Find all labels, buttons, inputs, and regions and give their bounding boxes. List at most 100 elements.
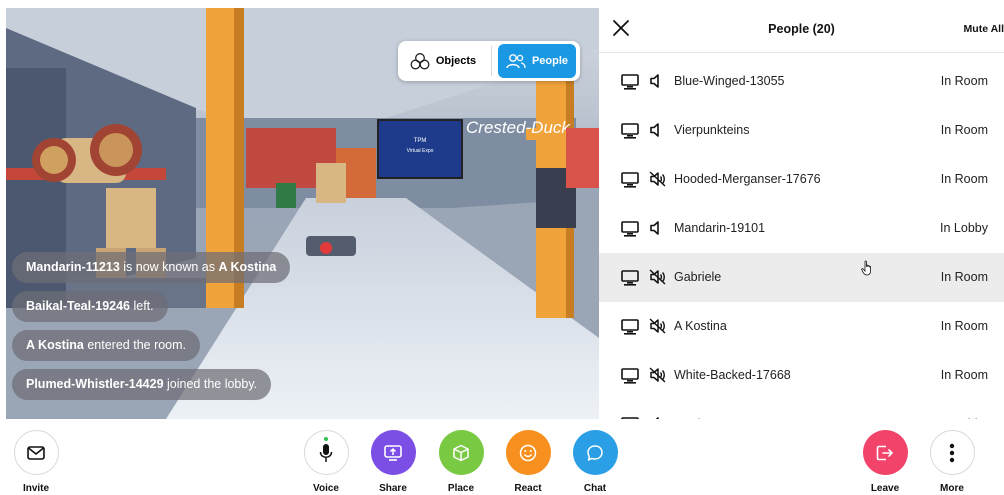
invite-button[interactable]: [13, 430, 59, 475]
person-row[interactable]: White-Backed-17668 In Room: [599, 351, 1004, 400]
desktop-icon: [621, 123, 639, 144]
desktop-icon: [621, 270, 639, 291]
chat-button[interactable]: [572, 430, 618, 475]
notification-item: Plumed-Whistler-14429 joined the lobby.: [12, 369, 272, 400]
desktop-icon: [621, 172, 639, 193]
person-row[interactable]: A Kostina In Room: [599, 302, 1004, 351]
speaker-muted-icon: [649, 367, 667, 388]
person-status: In Room: [940, 74, 988, 88]
speaker-icon: [649, 122, 663, 143]
more-item: More: [922, 430, 982, 494]
person-row[interactable]: Gabriele In Room: [599, 253, 1004, 302]
person-status: In Room: [940, 368, 988, 382]
speaker-muted-icon: [649, 171, 667, 192]
notification-item: Baikal-Teal-19246 left.: [12, 291, 168, 322]
desktop-icon: [621, 368, 639, 389]
screen-subtitle-text: Virtual Expo: [407, 148, 434, 154]
person-row[interactable]: Vierpunkteins In Room: [599, 106, 1004, 155]
app-root: TPM Virtual Expo Crested-Duck Objects Pe…: [0, 0, 1004, 495]
place-button[interactable]: [438, 430, 484, 475]
more-label: More: [940, 483, 964, 494]
person-name: Gabriele: [674, 270, 722, 284]
notification-feed: Mandarin-11213 is now known as A Kostina…: [12, 252, 291, 400]
people-icon: [506, 54, 526, 69]
chat-item: Chat: [565, 430, 625, 494]
notification-user: Plumed-Whistler-14429: [26, 377, 164, 391]
person-status: In Room: [940, 270, 988, 284]
smiley-icon: [519, 444, 537, 461]
people-tab-label: People: [531, 55, 569, 67]
people-panel-title: People (20): [768, 22, 835, 36]
notification-user: A Kostina: [26, 338, 84, 352]
person-row[interactable]: Northern-19068In Lobby: [599, 400, 1004, 419]
people-panel-header: People (20) Mute All: [599, 0, 1004, 53]
person-name: Vierpunkteins: [674, 123, 750, 137]
screen-share-icon: [384, 444, 402, 461]
notification-user: Mandarin-11213: [26, 260, 120, 274]
notification-text: left.: [130, 299, 154, 313]
voice-label: Voice: [313, 483, 339, 494]
person-status: In Room: [940, 172, 988, 186]
toggle-divider: [491, 46, 492, 76]
notification-text: joined the lobby.: [163, 377, 258, 391]
notification-text: entered the room.: [83, 338, 187, 352]
person-name: Blue-Winged-13055: [674, 74, 785, 88]
person-status: In Room: [940, 123, 988, 137]
person-name: White-Backed-17668: [674, 368, 791, 382]
person-status: In Lobby: [940, 221, 988, 235]
share-item: Share: [363, 430, 423, 494]
microphone-icon: [319, 443, 333, 462]
notification-item: A Kostina entered the room.: [12, 330, 201, 361]
screen-title-text: TPM: [414, 138, 427, 144]
hand-cursor-icon: [861, 260, 873, 281]
speaker-muted-icon: [649, 269, 667, 290]
place-label: Place: [447, 483, 475, 494]
speaker-muted-icon: [649, 318, 667, 339]
person-status: In Room: [940, 319, 988, 333]
mic-active-indicator: [324, 437, 328, 441]
bottom-toolbar: Invite Voice Share Place React Chat Leav…: [0, 419, 1004, 495]
mute-all-button[interactable]: Mute All: [964, 23, 1004, 35]
person-row[interactable]: Mandarin-19101 In Lobby: [599, 204, 1004, 253]
person-name: Mandarin-19101: [674, 221, 766, 235]
leave-label: Leave: [870, 483, 900, 494]
objects-tab-label: Objects: [435, 55, 477, 67]
place-item: Place: [431, 430, 491, 494]
leave-item: Leave: [855, 430, 915, 494]
react-item: React: [498, 430, 558, 494]
more-button[interactable]: [929, 430, 975, 475]
more-vertical-icon: [949, 443, 955, 462]
person-name: Hooded-Merganser-17676: [674, 172, 821, 186]
objects-tab[interactable]: Objects: [401, 44, 485, 78]
people-list: Blue-Winged-13055 In Room Vierpunkteins In …: [599, 57, 1004, 419]
leave-button[interactable]: [862, 430, 908, 475]
invite-item: Invite: [6, 430, 66, 494]
desktop-icon: [621, 221, 639, 242]
person-row[interactable]: Blue-Winged-13055 In Room: [599, 57, 1004, 106]
room-sign-text: Crested-Duck: [466, 118, 571, 137]
share-button[interactable]: [370, 430, 416, 475]
people-panel: People (20) Mute All Blue-Winged-13055 In…: [599, 0, 1004, 419]
desktop-icon: [621, 74, 639, 95]
chat-label: Chat: [583, 483, 607, 494]
desktop-icon: [621, 319, 639, 340]
voice-button[interactable]: [303, 430, 349, 475]
react-label: React: [514, 483, 542, 494]
invite-label: Invite: [22, 483, 50, 494]
speaker-icon: [649, 220, 663, 241]
share-label: Share: [379, 483, 407, 494]
view-toggle: Objects People: [398, 41, 580, 81]
notification-user: Baikal-Teal-19246: [26, 299, 130, 313]
person-row[interactable]: Hooded-Merganser-17676 In Room: [599, 155, 1004, 204]
people-tab[interactable]: People: [498, 44, 576, 78]
notification-new-name: A Kostina: [218, 260, 277, 274]
person-name: A Kostina: [674, 319, 727, 333]
cube-icon: [453, 444, 469, 461]
chat-bubble-icon: [587, 444, 603, 461]
room-viewport[interactable]: TPM Virtual Expo Crested-Duck Objects Pe…: [6, 8, 599, 419]
exit-icon: [876, 445, 894, 460]
notification-item: Mandarin-11213 is now known as A Kostina: [12, 252, 291, 283]
react-button[interactable]: [505, 430, 551, 475]
voice-item: Voice: [296, 430, 356, 494]
speaker-icon: [649, 73, 663, 94]
